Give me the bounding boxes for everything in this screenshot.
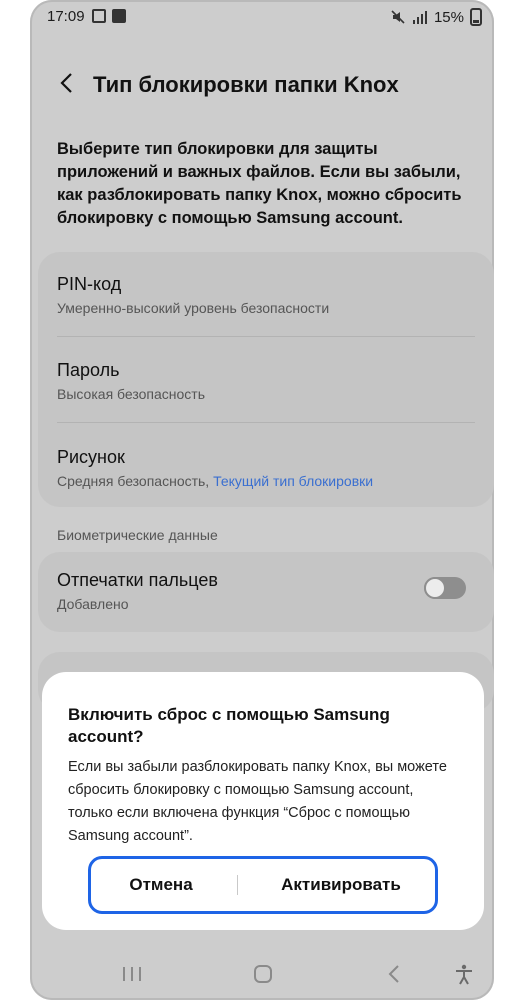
lock-option-pattern[interactable]: Рисунок Средняя безопасность, Текущий ти… [57,447,477,489]
battery-percent: 15% [433,8,464,26]
signal-icon [412,11,427,24]
lock-option-title: PIN-код [57,274,122,294]
divider [57,422,475,423]
phone-screen: 17:09 15% Тип блокировки папки Knox Выбе… [30,0,494,1000]
mute-icon [391,10,405,24]
current-lock-label: Текущий тип блокировки [213,473,374,489]
dialog-title: Включить сброс с помощью Samsung account… [68,705,390,746]
fingerprint-option[interactable]: Отпечатки пальцев Добавлено [57,570,477,612]
battery-icon [470,8,482,26]
status-right: 15% [390,8,482,26]
app-header: Тип блокировки папки Knox [30,62,494,106]
activate-button[interactable]: Активировать [251,859,431,911]
dialog-button-highlight: Отмена Активировать [88,856,438,914]
lock-type-card: PIN-код Умеренно-высокий уровень безопас… [38,252,494,507]
status-time: 17:09 [47,8,85,25]
lock-option-title: Пароль [57,360,120,380]
dialog-body: Если вы забыли разблокировать папку Knox… [68,759,447,844]
fingerprint-card[interactable]: Отпечатки пальцев Добавлено [38,552,494,632]
notification-icons [92,9,126,23]
check-notification-icon [112,9,126,23]
lock-option-subtitle: Высокая безопасность [57,386,206,402]
recents-icon[interactable] [120,964,144,984]
intro-text: Выберите тип блокировки для защиты прило… [57,140,462,227]
cancel-button[interactable]: Отмена [91,859,231,911]
fingerprint-subtitle: Добавлено [57,596,129,612]
home-icon[interactable] [252,964,274,984]
divider [57,336,475,337]
fingerprint-toggle[interactable] [424,577,466,599]
fingerprint-title: Отпечатки пальцев [57,570,218,590]
lock-option-subtitle: Умеренно-высокий уровень безопасности [57,300,330,316]
button-separator [237,875,238,895]
status-bar: 17:09 15% [30,0,494,34]
lock-option-pin[interactable]: PIN-код Умеренно-высокий уровень безопас… [57,274,477,316]
biometrics-section-label: Биометрические данные [57,527,218,543]
reset-dialog: Включить сброс с помощью Samsung account… [42,672,484,930]
lock-option-title: Рисунок [57,447,125,467]
accessibility-icon[interactable] [454,964,474,986]
navigation-bar [30,950,494,996]
lock-option-password[interactable]: Пароль Высокая безопасность [57,360,477,402]
back-arrow-icon[interactable] [56,72,78,94]
lock-option-subtitle: Средняя безопасность, Текущий тип блокир… [57,473,477,489]
gallery-notification-icon [92,9,106,23]
nav-back-icon[interactable] [384,964,404,984]
page-title: Тип блокировки папки Knox [93,72,399,97]
lock-option-subtitle-text: Средняя безопасность, [57,473,210,489]
toggle-knob [424,577,446,599]
